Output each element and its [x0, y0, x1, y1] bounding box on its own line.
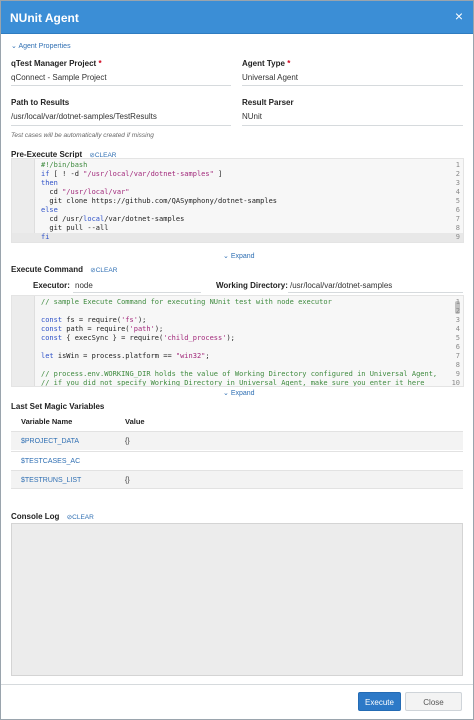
- path-to-results-label: Path to Results: [11, 98, 70, 107]
- agent-properties-label: Agent Properties: [18, 43, 71, 50]
- line-number-gutter: [12, 296, 35, 386]
- code-line: // process.env.WORKING_DIR holds the val…: [41, 370, 438, 378]
- line-number: 2: [455, 170, 460, 178]
- close-button[interactable]: Close: [405, 692, 462, 711]
- line-number: 3: [455, 316, 460, 324]
- divider: [242, 125, 463, 126]
- qtest-project-field[interactable]: qConnect - Sample Project: [11, 73, 107, 82]
- code-line: if [ ! -d "/usr/local/var/dotnet-samples…: [41, 170, 223, 178]
- dialog-title-bar: NUnit Agent ×: [1, 1, 473, 34]
- chevron-down-icon: ⌄: [223, 253, 231, 260]
- execute-command-clear-button[interactable]: ⊘CLEAR: [90, 267, 117, 274]
- result-parser-field[interactable]: NUnit: [242, 112, 262, 121]
- agent-type-label: Agent Type *: [242, 59, 290, 68]
- execute-command-label: Execute Command ⊘CLEAR: [11, 265, 117, 274]
- required-marker: *: [287, 59, 291, 68]
- agent-properties-toggle[interactable]: ⌄ Agent Properties: [11, 42, 71, 50]
- divider: [73, 292, 201, 293]
- line-number: 2: [455, 307, 460, 315]
- line-number-gutter: [12, 159, 35, 242]
- execute-command-editor[interactable]: 1 // sample Execute Command for executing…: [11, 295, 464, 387]
- execute-button[interactable]: Execute: [358, 692, 401, 711]
- line-number: 9: [455, 370, 460, 378]
- line-number: 3: [455, 179, 460, 187]
- expand-label: Expand: [230, 253, 255, 260]
- auto-create-note: Test cases will be automatically created…: [11, 132, 154, 139]
- nunit-agent-dialog: NUnit Agent × ⌄ Agent Properties qTest M…: [0, 0, 474, 720]
- line-number: 10: [451, 379, 460, 387]
- code-line: #!/bin/bash: [41, 161, 88, 169]
- code-line: cd /usr/local/var/dotnet-samples: [41, 215, 185, 223]
- line-number: 4: [455, 188, 460, 196]
- variable-name: $TESTRUNS_LIST: [21, 477, 82, 484]
- code-line: fi: [41, 233, 50, 241]
- agent-type-field[interactable]: Universal Agent: [242, 73, 298, 82]
- console-log-clear-button[interactable]: ⊘CLEAR: [67, 514, 94, 521]
- pre-execute-expand-button[interactable]: ⌄ Expand: [223, 252, 255, 260]
- code-line: then: [41, 179, 58, 187]
- line-number: 8: [455, 361, 460, 369]
- required-marker: *: [98, 59, 102, 68]
- divider: [11, 125, 231, 126]
- agent-type-label-text: Agent Type: [242, 59, 285, 68]
- variable-value: {}: [125, 477, 130, 484]
- qtest-project-label-text: qTest Manager Project: [11, 59, 97, 68]
- line-number: 9: [455, 233, 460, 241]
- table-row: $TESTCASES_AC: [11, 451, 463, 470]
- code-line: const { execSync } = require('child_proc…: [41, 334, 235, 342]
- chevron-down-icon: ⌄: [223, 390, 231, 397]
- clear-label: CLEAR: [72, 514, 94, 521]
- active-line-highlight: [12, 233, 463, 242]
- divider: [11, 85, 231, 86]
- code-line: git pull --all: [41, 224, 109, 232]
- magic-variables-label: Last Set Magic Variables: [11, 402, 105, 411]
- executor-label: Executor:: [33, 281, 70, 290]
- footer-divider: [1, 684, 473, 685]
- working-directory-label: Working Directory:: [216, 281, 288, 290]
- result-parser-label: Result Parser: [242, 98, 294, 107]
- table-row: $PROJECT_DATA {}: [11, 431, 463, 450]
- clear-label: CLEAR: [95, 267, 118, 274]
- line-number: 1: [455, 161, 460, 169]
- line-number: 5: [455, 197, 460, 205]
- line-number: 7: [455, 352, 460, 360]
- close-icon[interactable]: ×: [455, 9, 463, 23]
- code-line: git clone https://github.com/QASymphony/…: [41, 197, 278, 205]
- line-number: 8: [455, 224, 460, 232]
- path-to-results-field[interactable]: /usr/local/var/dotnet-samples/TestResult…: [11, 112, 157, 121]
- code-line: const path = require('path');: [41, 325, 164, 333]
- code-line: // sample Execute Command for executing …: [41, 298, 332, 306]
- line-number: 5: [455, 334, 460, 342]
- console-log-output[interactable]: [11, 523, 463, 676]
- pre-execute-editor[interactable]: 1 #!/bin/bash 2 if [ ! -d "/usr/local/var/d…: [11, 158, 464, 243]
- variable-name: $TESTCASES_AC: [21, 458, 81, 465]
- expand-label: Expand: [230, 390, 255, 397]
- value-header: Value: [125, 417, 145, 426]
- line-number: 6: [455, 343, 460, 351]
- code-line: let isWin = process.platform == "win32";: [41, 352, 210, 360]
- line-number: 6: [455, 206, 460, 214]
- variable-value: {}: [125, 438, 130, 445]
- code-line: // if you did not specify Working Direct…: [41, 379, 425, 387]
- code-line: cd "/usr/local/var": [41, 188, 130, 196]
- execute-command-label-text: Execute Command: [11, 265, 84, 274]
- dialog-title: NUnit Agent: [10, 11, 79, 25]
- working-directory-field[interactable]: /usr/local/var/dotnet-samples: [290, 281, 392, 290]
- executor-field[interactable]: node: [75, 281, 93, 290]
- console-log-label-text: Console Log: [11, 512, 60, 521]
- line-number: 4: [455, 325, 460, 333]
- qtest-project-label: qTest Manager Project *: [11, 59, 102, 68]
- variable-name-header: Variable Name: [21, 417, 73, 426]
- divider: [288, 292, 463, 293]
- line-number: 7: [455, 215, 460, 223]
- code-line: else: [41, 206, 58, 214]
- code-line: const fs = require('fs');: [41, 316, 147, 324]
- line-number: 1: [455, 298, 460, 306]
- console-log-label: Console Log ⊘CLEAR: [11, 512, 94, 521]
- divider: [242, 85, 463, 86]
- execute-command-expand-button[interactable]: ⌄ Expand: [223, 389, 255, 397]
- table-row: $TESTRUNS_LIST {}: [11, 470, 463, 489]
- variable-name: $PROJECT_DATA: [21, 438, 80, 445]
